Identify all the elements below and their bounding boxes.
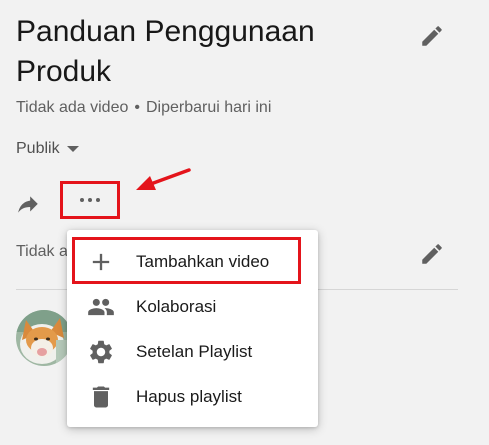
gear-icon: [87, 338, 115, 366]
annotation-arrow: [136, 168, 191, 190]
edit-title-pencil-icon[interactable]: [419, 23, 445, 49]
menu-item-playlist-settings[interactable]: Setelan Playlist: [67, 329, 318, 374]
caret-down-icon: [66, 146, 79, 152]
playlist-title: Panduan Penggunaan Produk: [16, 15, 315, 88]
plus-icon: [87, 248, 115, 276]
description-text: Tidak a: [16, 243, 68, 260]
menu-item-label: Tambahkan video: [136, 251, 270, 271]
more-actions-button[interactable]: [60, 181, 120, 219]
playlist-meta: Tidak ada video • Diperbarui hari ini: [16, 99, 271, 117]
meta-separator: •: [134, 99, 140, 116]
updated-text: Diperbarui hari ini: [145, 99, 272, 116]
menu-item-label: Hapus playlist: [136, 386, 242, 406]
video-count: Tidak ada video: [16, 99, 129, 116]
more-horizontal-icon: [80, 198, 100, 202]
menu-item-add-video[interactable]: Tambahkan video: [67, 239, 318, 284]
menu-item-collaborate[interactable]: Kolaborasi: [67, 284, 318, 329]
menu-item-label: Kolaborasi: [136, 296, 217, 316]
privacy-label: Publik: [16, 140, 60, 157]
channel-avatar[interactable]: [16, 310, 72, 366]
trash-icon: [87, 383, 115, 411]
menu-item-delete-playlist[interactable]: Hapus playlist: [67, 374, 318, 419]
edit-description-pencil-icon[interactable]: [419, 241, 445, 267]
people-icon: [87, 293, 115, 321]
privacy-dropdown[interactable]: Publik: [16, 140, 79, 158]
menu-item-label: Setelan Playlist: [136, 341, 253, 361]
share-arrow-icon[interactable]: [14, 192, 42, 218]
playlist-actions-menu: Tambahkan video Kolaborasi Setelan Playl…: [67, 230, 318, 427]
